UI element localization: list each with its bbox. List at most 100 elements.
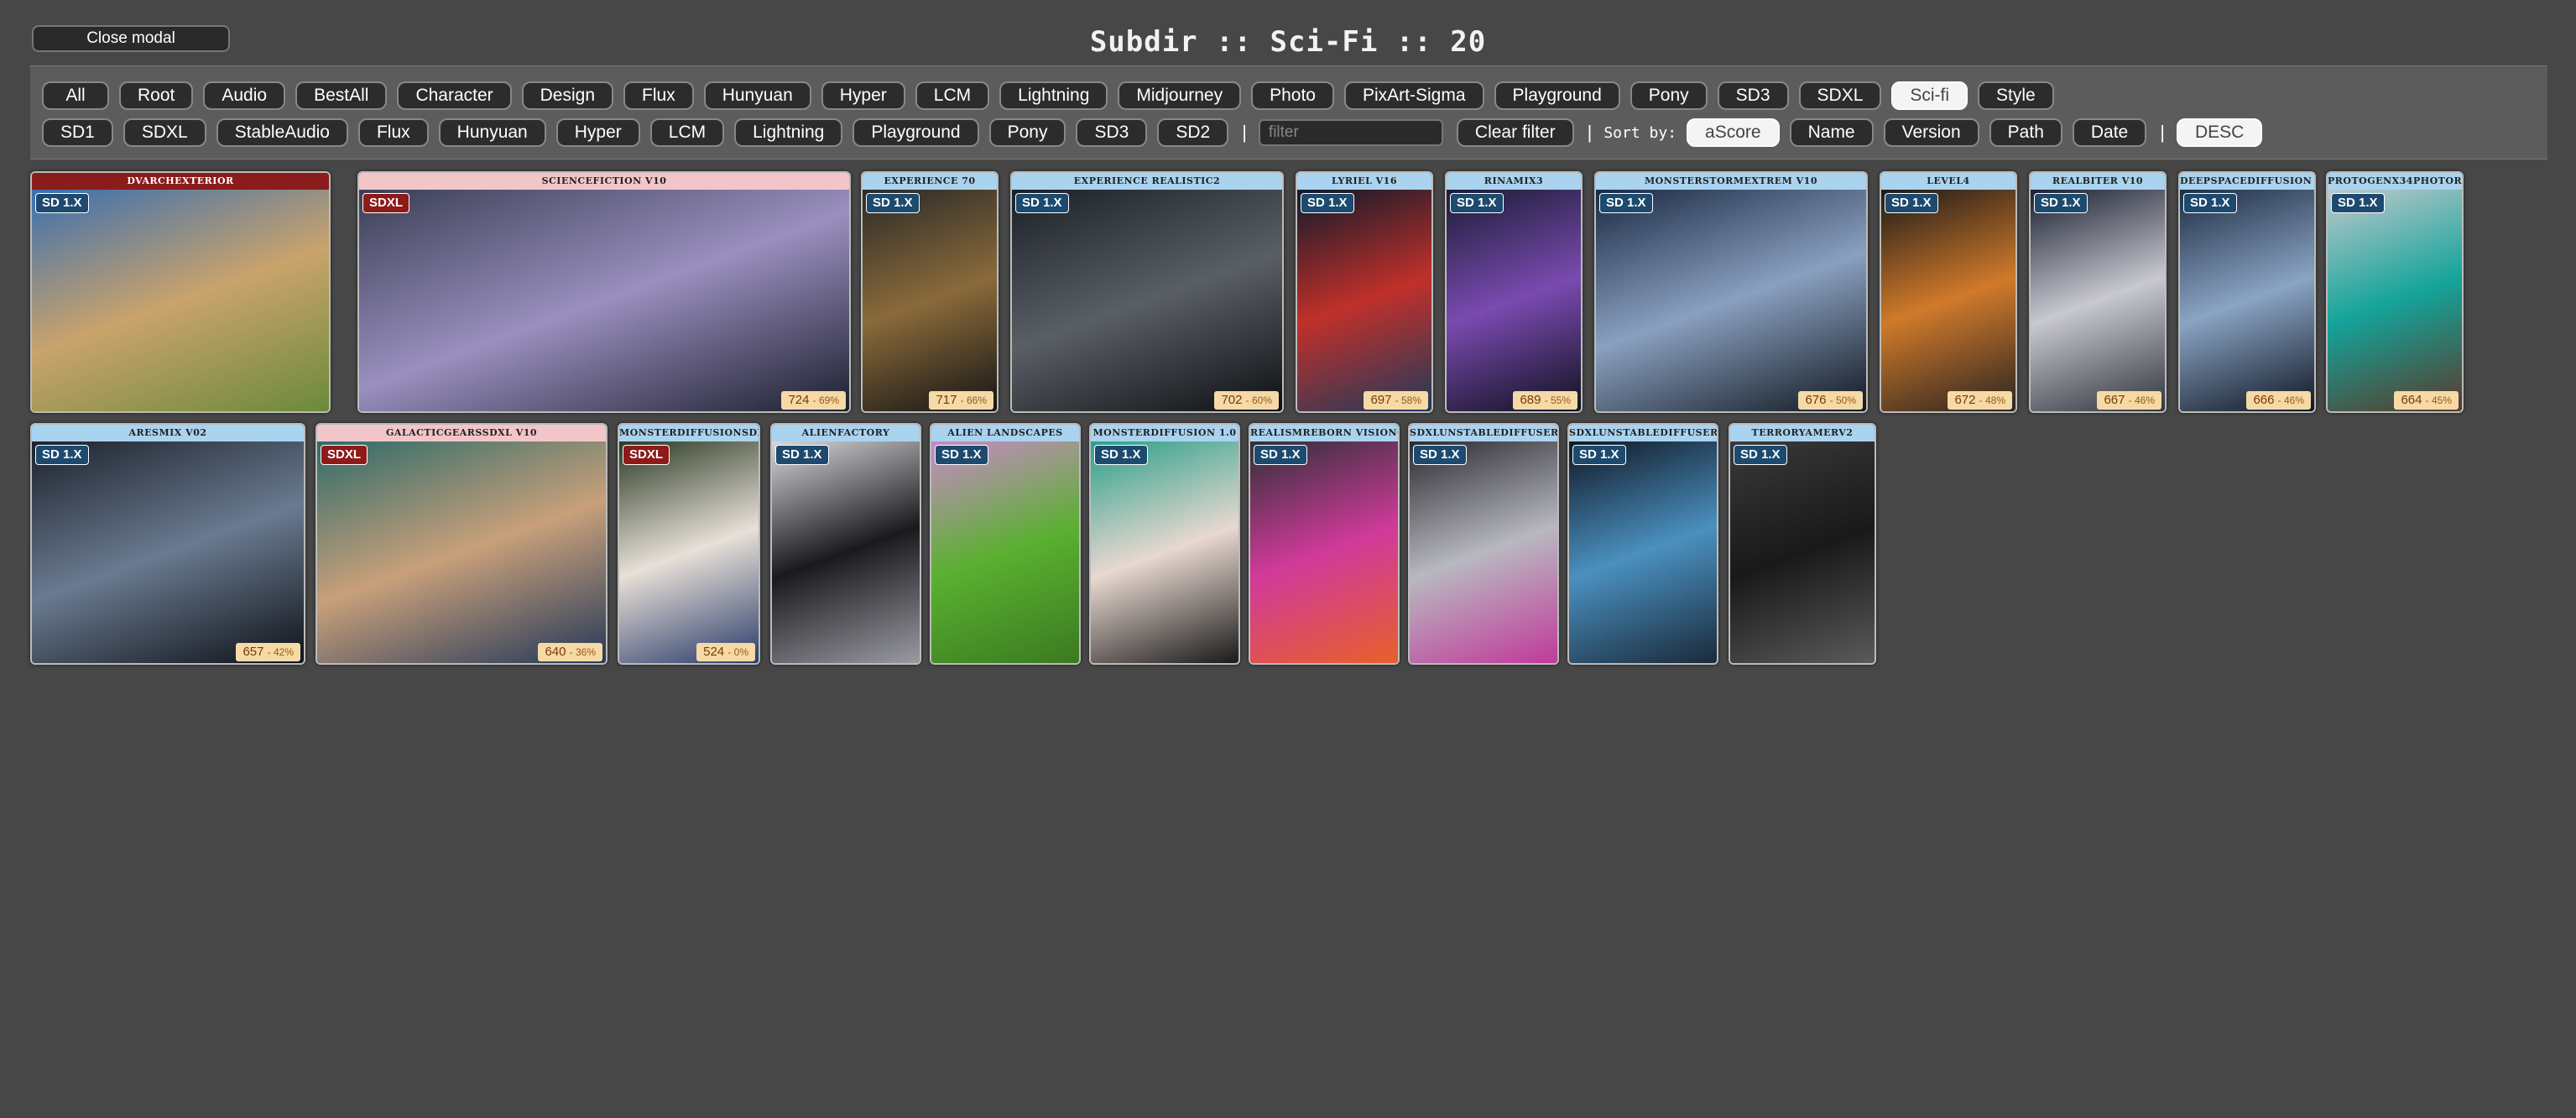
model-card[interactable]: EXPERIENCE REALISTIC2 SD 1.X 702 - 60% [1010, 171, 1284, 413]
separator: | [2160, 122, 2165, 143]
model-preview-image [1596, 190, 1866, 411]
model-chip-sd2[interactable]: SD2 [1157, 118, 1229, 147]
score-percent: - 46% [2128, 394, 2155, 406]
filter-chip-style[interactable]: Style [1978, 81, 2054, 110]
model-card[interactable]: SDXLUNSTABLEDIFFUSERS V11INSTA SD 1.X [1567, 423, 1718, 665]
model-card-title: REALISMREBORN VISIONGEN [1250, 425, 1398, 441]
model-version-badge: SDXL [623, 445, 670, 465]
filter-chip-flux[interactable]: Flux [623, 81, 694, 110]
separator: | [1242, 122, 1247, 143]
model-card[interactable]: RINAMIX3 SD 1.X 689 - 55% [1445, 171, 1583, 413]
model-preview-image [931, 441, 1079, 663]
model-card[interactable]: ALIENFACTORY SD 1.X [770, 423, 921, 665]
model-chip-stableaudio[interactable]: StableAudio [216, 118, 348, 147]
score-value: 724 [788, 393, 813, 407]
score-percent: - 69% [812, 394, 839, 406]
filter-chip-design[interactable]: Design [521, 81, 614, 110]
model-card[interactable]: EXPERIENCE 70 SD 1.X 717 - 66% [861, 171, 999, 413]
model-chip-flux[interactable]: Flux [357, 118, 429, 147]
filter-chip-all[interactable]: All [42, 81, 109, 110]
model-card-title: SDXLUNSTABLEDIFFUSERS V11INSTA [1569, 425, 1717, 441]
model-card[interactable]: SCIENCEFICTION V10 SDXL 724 - 69% [357, 171, 851, 413]
separator: | [1587, 122, 1593, 143]
filter-chip-sci-fi[interactable]: Sci-fi [1891, 81, 1969, 110]
filter-chip-pony[interactable]: Pony [1630, 81, 1708, 110]
model-chip-hunyuan[interactable]: Hunyuan [438, 118, 546, 147]
sort-version-button[interactable]: Version [1883, 118, 1979, 147]
model-chip-hyper[interactable]: Hyper [555, 118, 640, 147]
filter-chip-lightning[interactable]: Lightning [999, 81, 1108, 110]
model-card[interactable]: MONSTERDIFFUSIONSDXL V10 SDXL 524 - 0% [618, 423, 760, 665]
model-preview-image [1569, 441, 1717, 663]
filter-chip-root[interactable]: Root [119, 81, 194, 110]
sort-date-button[interactable]: Date [2072, 118, 2147, 147]
model-version-badge: SDXL [321, 445, 368, 465]
filter-chip-bestall[interactable]: BestAll [295, 81, 388, 110]
model-card-title: DEEPSPACEDIFFUSION V1 [2180, 173, 2314, 190]
model-preview-image [1447, 190, 1581, 411]
model-card[interactable]: LYRIEL V16 SD 1.X 697 - 58% [1296, 171, 1433, 413]
filter-chip-audio[interactable]: Audio [203, 81, 286, 110]
model-version-badge: SD 1.X [1301, 193, 1354, 213]
filter-panel: All Root Audio BestAll Character Design Flux Hu… [30, 65, 2547, 159]
model-card[interactable]: REALBITER V10 SD 1.X 667 - 46% [2029, 171, 2167, 413]
filter-chip-character[interactable]: Character [397, 81, 512, 110]
model-score-badge: 724 - 69% [781, 391, 846, 410]
sort-name-button[interactable]: Name [1789, 118, 1874, 147]
filter-chip-photo[interactable]: Photo [1251, 81, 1334, 110]
score-value: 640 [545, 645, 570, 659]
model-chip-lightning[interactable]: Lightning [734, 118, 843, 147]
model-chip-sd1[interactable]: SD1 [42, 118, 113, 147]
model-score-badge: 672 - 48% [1948, 391, 2012, 410]
model-card[interactable]: ALIEN LANDSCAPES SD 1.X [930, 423, 1081, 665]
model-card[interactable]: SDXLUNSTABLEDIFFUSERS UNYIELDING SD 1.X [1408, 423, 1559, 665]
score-value: 676 [1805, 393, 1830, 407]
model-version-badge: SD 1.X [35, 445, 89, 465]
model-preview-image [2328, 190, 2462, 411]
model-card-title: GALACTICGEARSSDXL V10 [317, 425, 606, 441]
model-card-title: SDXLUNSTABLEDIFFUSERS UNYIELDING [1410, 425, 1557, 441]
filter-chip-hunyuan[interactable]: Hunyuan [703, 81, 811, 110]
model-version-badge: SD 1.X [866, 193, 920, 213]
model-version-badge: SD 1.X [1413, 445, 1467, 465]
clear-filter-button[interactable]: Clear filter [1456, 118, 1574, 147]
sort-path-button[interactable]: Path [1989, 118, 2062, 147]
model-version-badge: SD 1.X [2183, 193, 2237, 213]
sort-order-toggle[interactable]: DESC [2176, 118, 2263, 147]
score-value: 672 [1954, 393, 1979, 407]
score-percent: - 45% [2425, 394, 2452, 406]
model-card-title: RINAMIX3 [1447, 173, 1581, 190]
sort-ascore-button[interactable]: aScore [1687, 118, 1780, 147]
model-version-badge: SDXL [362, 193, 410, 213]
model-preview-image [1091, 441, 1238, 663]
filter-chip-playground[interactable]: Playground [1494, 81, 1620, 110]
model-chip-sdxl[interactable]: SDXL [123, 118, 206, 147]
model-card[interactable]: DEEPSPACEDIFFUSION V1 SD 1.X 666 - 46% [2178, 171, 2316, 413]
model-card[interactable]: TERRORYAMERV2 SD 1.X [1729, 423, 1876, 665]
model-card[interactable]: MONSTERDIFFUSION 1.0 SD 1.X [1089, 423, 1240, 665]
filter-chip-sdxl[interactable]: SDXL [1798, 81, 1882, 110]
model-card[interactable]: REALISMREBORN VISIONGEN SD 1.X [1249, 423, 1400, 665]
model-chip-sd3[interactable]: SD3 [1076, 118, 1148, 147]
filter-input[interactable] [1258, 119, 1443, 146]
model-version-badge: SD 1.X [935, 445, 988, 465]
model-card[interactable]: PROTOGENX34PHOTOREALISM SD 1.X 664 - 45% [2326, 171, 2464, 413]
model-card[interactable]: ARESMIX V02 SD 1.X 657 - 42% [30, 423, 305, 665]
model-card[interactable]: MONSTERSTORMEXTREM V10 SD 1.X 676 - 50% [1594, 171, 1868, 413]
model-chip-lcm[interactable]: LCM [649, 118, 725, 147]
model-chip-pony[interactable]: Pony [988, 118, 1066, 147]
model-card-title: LEVEL4 [1881, 173, 2015, 190]
filter-chip-sd3[interactable]: SD3 [1717, 81, 1789, 110]
model-score-badge: 640 - 36% [538, 643, 602, 661]
model-card-title: SCIENCEFICTION V10 [359, 173, 849, 190]
category-filter-row: All Root Audio BestAll Character Design Flux Hu… [42, 81, 2064, 110]
filter-chip-lcm[interactable]: LCM [915, 81, 990, 110]
filter-chip-pixart-sigma[interactable]: PixArt-Sigma [1344, 81, 1484, 110]
model-card-title: EXPERIENCE REALISTIC2 [1012, 173, 1282, 190]
model-card[interactable]: GALACTICGEARSSDXL V10 SDXL 640 - 36% [315, 423, 607, 665]
model-card[interactable]: DVARCHEXTERIOR SD 1.X [30, 171, 331, 413]
filter-chip-midjourney[interactable]: Midjourney [1118, 81, 1242, 110]
model-chip-playground[interactable]: Playground [853, 118, 979, 147]
filter-chip-hyper[interactable]: Hyper [821, 81, 905, 110]
model-card[interactable]: LEVEL4 SD 1.X 672 - 48% [1880, 171, 2017, 413]
